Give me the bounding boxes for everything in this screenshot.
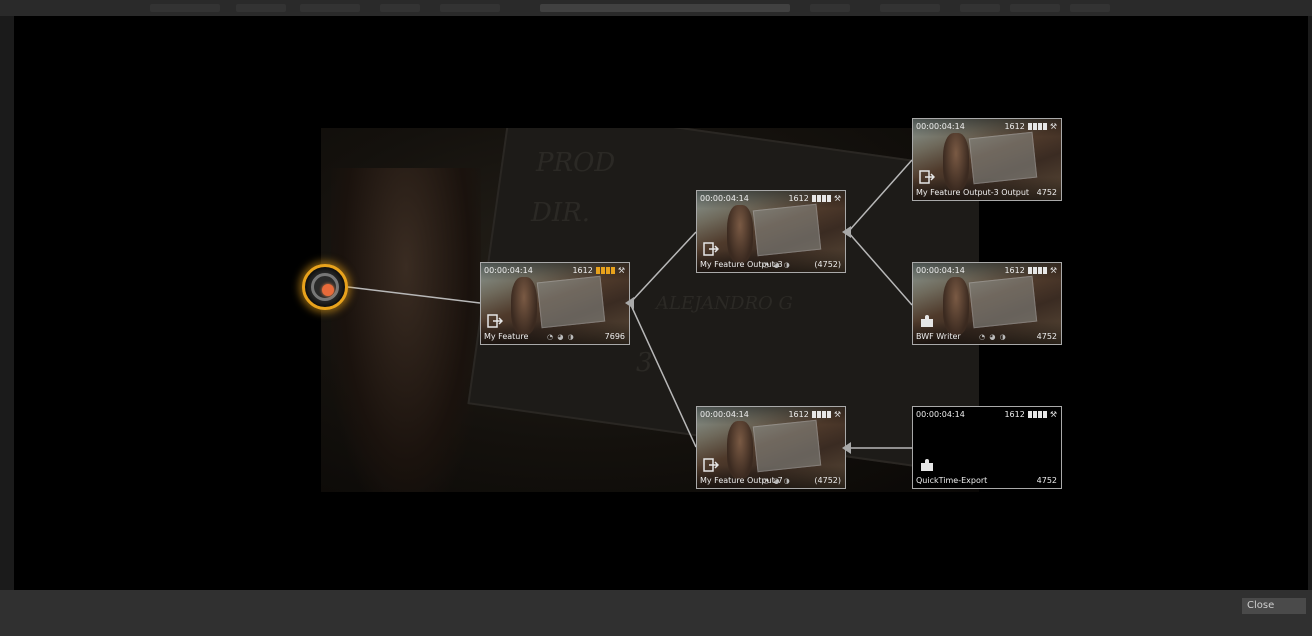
- dialog-footer: [0, 590, 1312, 636]
- export-icon: [487, 314, 503, 328]
- node-count: 7696: [604, 332, 625, 341]
- timecode: 00:00:04:14: [700, 410, 749, 419]
- node-name: My Feature: [484, 332, 529, 341]
- wrench-icon[interactable]: ⚒: [834, 194, 841, 203]
- wrench-icon[interactable]: ⚒: [618, 266, 625, 275]
- node-output-connector[interactable]: [625, 297, 634, 309]
- export-icon: [919, 170, 935, 184]
- node-count: (4752): [814, 260, 841, 269]
- node-count: 4752: [1036, 332, 1057, 341]
- frame-count: 1612: [1004, 122, 1025, 131]
- status-bars-icon: [1027, 123, 1047, 130]
- status-bars-icon: [595, 267, 615, 274]
- node-bwf-writer[interactable]: 00:00:04:14 1612 ⚒ ◔ ◕ ◑ BWF Writer 4752: [912, 262, 1062, 345]
- close-button[interactable]: Close: [1242, 598, 1306, 614]
- frame-count: 1612: [1004, 410, 1025, 419]
- node-name: My Feature Output-3: [700, 260, 783, 269]
- timecode: 00:00:04:14: [484, 266, 533, 275]
- status-bars-icon: [1027, 267, 1047, 274]
- plugin-icon: [921, 459, 933, 471]
- node-count: 4752: [1036, 188, 1057, 197]
- node-my-feature[interactable]: 00:00:04:14 1612 ⚒ ◔ ◕ ◑ My Feature 7696: [480, 262, 630, 345]
- node-my-feature-output-3-output[interactable]: 00:00:04:14 1612 ⚒ My Feature Output-3 O…: [912, 118, 1062, 201]
- node-count: 4752: [1036, 476, 1057, 485]
- wrench-icon[interactable]: ⚒: [834, 410, 841, 419]
- export-icon: [703, 458, 719, 472]
- node-mini-icons: ◔ ◕ ◑: [547, 333, 575, 341]
- node-output-connector[interactable]: [842, 442, 851, 454]
- pipeline-connections: [347, 159, 913, 449]
- wrench-icon[interactable]: ⚒: [1050, 410, 1057, 419]
- node-quicktime-export[interactable]: 00:00:04:14 1612 ⚒ QuickTime-Export 4752: [912, 406, 1062, 489]
- source-node[interactable]: [302, 264, 348, 310]
- node-name: My Feature Output-3 Output: [916, 188, 1030, 197]
- plugin-icon: [921, 315, 933, 327]
- frame-count: 1612: [788, 410, 809, 419]
- node-my-feature-output-3[interactable]: 00:00:04:14 1612 ⚒ ◔ ◕ ◑ My Feature Outp…: [696, 190, 846, 273]
- node-count: (4752): [814, 476, 841, 485]
- timecode: 00:00:04:14: [700, 194, 749, 203]
- frame-count: 1612: [572, 266, 593, 275]
- node-name: BWF Writer: [916, 332, 961, 341]
- node-mini-icons: ◔ ◕ ◑: [979, 333, 1007, 341]
- node-name: My Feature Output-7: [700, 476, 783, 485]
- timecode: 00:00:04:14: [916, 266, 965, 275]
- frame-count: 1612: [1004, 266, 1025, 275]
- export-icon: [703, 242, 719, 256]
- node-name: QuickTime-Export: [916, 476, 988, 485]
- node-my-feature-output-7[interactable]: 00:00:04:14 1612 ⚒ ◔ ◕ ◑ My Feature Outp…: [696, 406, 846, 489]
- frame-count: 1612: [788, 194, 809, 203]
- timecode: 00:00:04:14: [916, 122, 965, 131]
- status-bars-icon: [811, 411, 831, 418]
- timecode: 00:00:04:14: [916, 410, 965, 419]
- status-bars-icon: [811, 195, 831, 202]
- wrench-icon[interactable]: ⚒: [1050, 122, 1057, 131]
- status-bars-icon: [1027, 411, 1047, 418]
- source-reel-icon: [311, 273, 339, 301]
- wrench-icon[interactable]: ⚒: [1050, 266, 1057, 275]
- node-output-connector[interactable]: [842, 226, 851, 238]
